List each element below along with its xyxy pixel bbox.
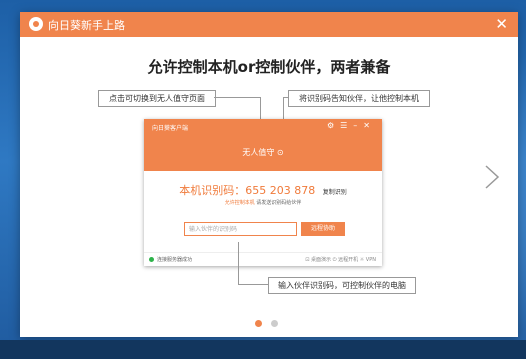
close-icon[interactable]: ✕ <box>495 15 508 33</box>
title-bar: 向日葵新手上路 ✕ <box>20 12 518 37</box>
app-window-controls-icon: ⚙☰–✕ <box>326 121 376 130</box>
callout-line <box>214 97 260 98</box>
id-description: 允许控制本机 请发送识别码给伙伴 <box>144 199 382 206</box>
app-title: 向日葵客户端 <box>152 125 189 132</box>
copy-id-link[interactable]: 复制识别 <box>323 189 347 196</box>
chevron-right-icon[interactable] <box>482 164 502 190</box>
page-dot-1[interactable] <box>255 320 262 327</box>
allow-control-link[interactable]: 允许控制本机 <box>225 200 255 206</box>
app-preview: 向日葵客户端 ⚙☰–✕ 无人值守 ⊙ 本机识别码：655 203 878 复制识… <box>144 119 382 266</box>
mode-toggle-icon: ⊙ <box>276 148 284 157</box>
remote-assist-button[interactable]: 远程协助 <box>301 222 345 236</box>
machine-id-text: 本机识别码：655 203 878 <box>179 184 316 197</box>
machine-id: 本机识别码：655 203 878 复制识别 <box>144 182 382 198</box>
callout-share-id: 将识别码告知伙伴，让他控制本机 <box>288 90 430 107</box>
page-dot-2[interactable] <box>271 320 278 327</box>
status-dot-icon <box>149 257 154 262</box>
callout-line <box>238 242 239 284</box>
app-status-bar: 连接服务器成功 ⊡ 桌面演示 ⏻ 远程开机 ☼ VPN <box>144 252 382 267</box>
mode-text: 无人值守 <box>242 148 275 157</box>
callout-input-partner: 输入伙伴识别码，可控制伙伴的电脑 <box>268 277 416 294</box>
guide-dialog: 向日葵新手上路 ✕ 允许控制本机or控制伙伴，两者兼备 点击可切换到无人值守页面… <box>20 12 518 337</box>
status-text: 连接服务器成功 <box>157 257 193 263</box>
app-footer-tools[interactable]: ⊡ 桌面演示 ⏻ 远程开机 ☼ VPN <box>305 256 376 263</box>
unattended-mode-label[interactable]: 无人值守 ⊙ <box>144 147 382 158</box>
callout-line <box>238 284 268 285</box>
id-description-text: 请发送识别码给伙伴 <box>256 200 302 206</box>
slide-headline: 允许控制本机or控制伙伴，两者兼备 <box>147 58 391 76</box>
taskbar <box>0 340 526 359</box>
sunflower-logo-icon <box>29 17 43 31</box>
callout-switch-mode: 点击可切换到无人值守页面 <box>98 90 216 107</box>
app-header: 向日葵客户端 ⚙☰–✕ 无人值守 ⊙ <box>144 119 382 171</box>
window-title: 向日葵新手上路 <box>48 19 125 32</box>
partner-id-input[interactable]: 输入伙伴的识别码 <box>184 222 297 236</box>
